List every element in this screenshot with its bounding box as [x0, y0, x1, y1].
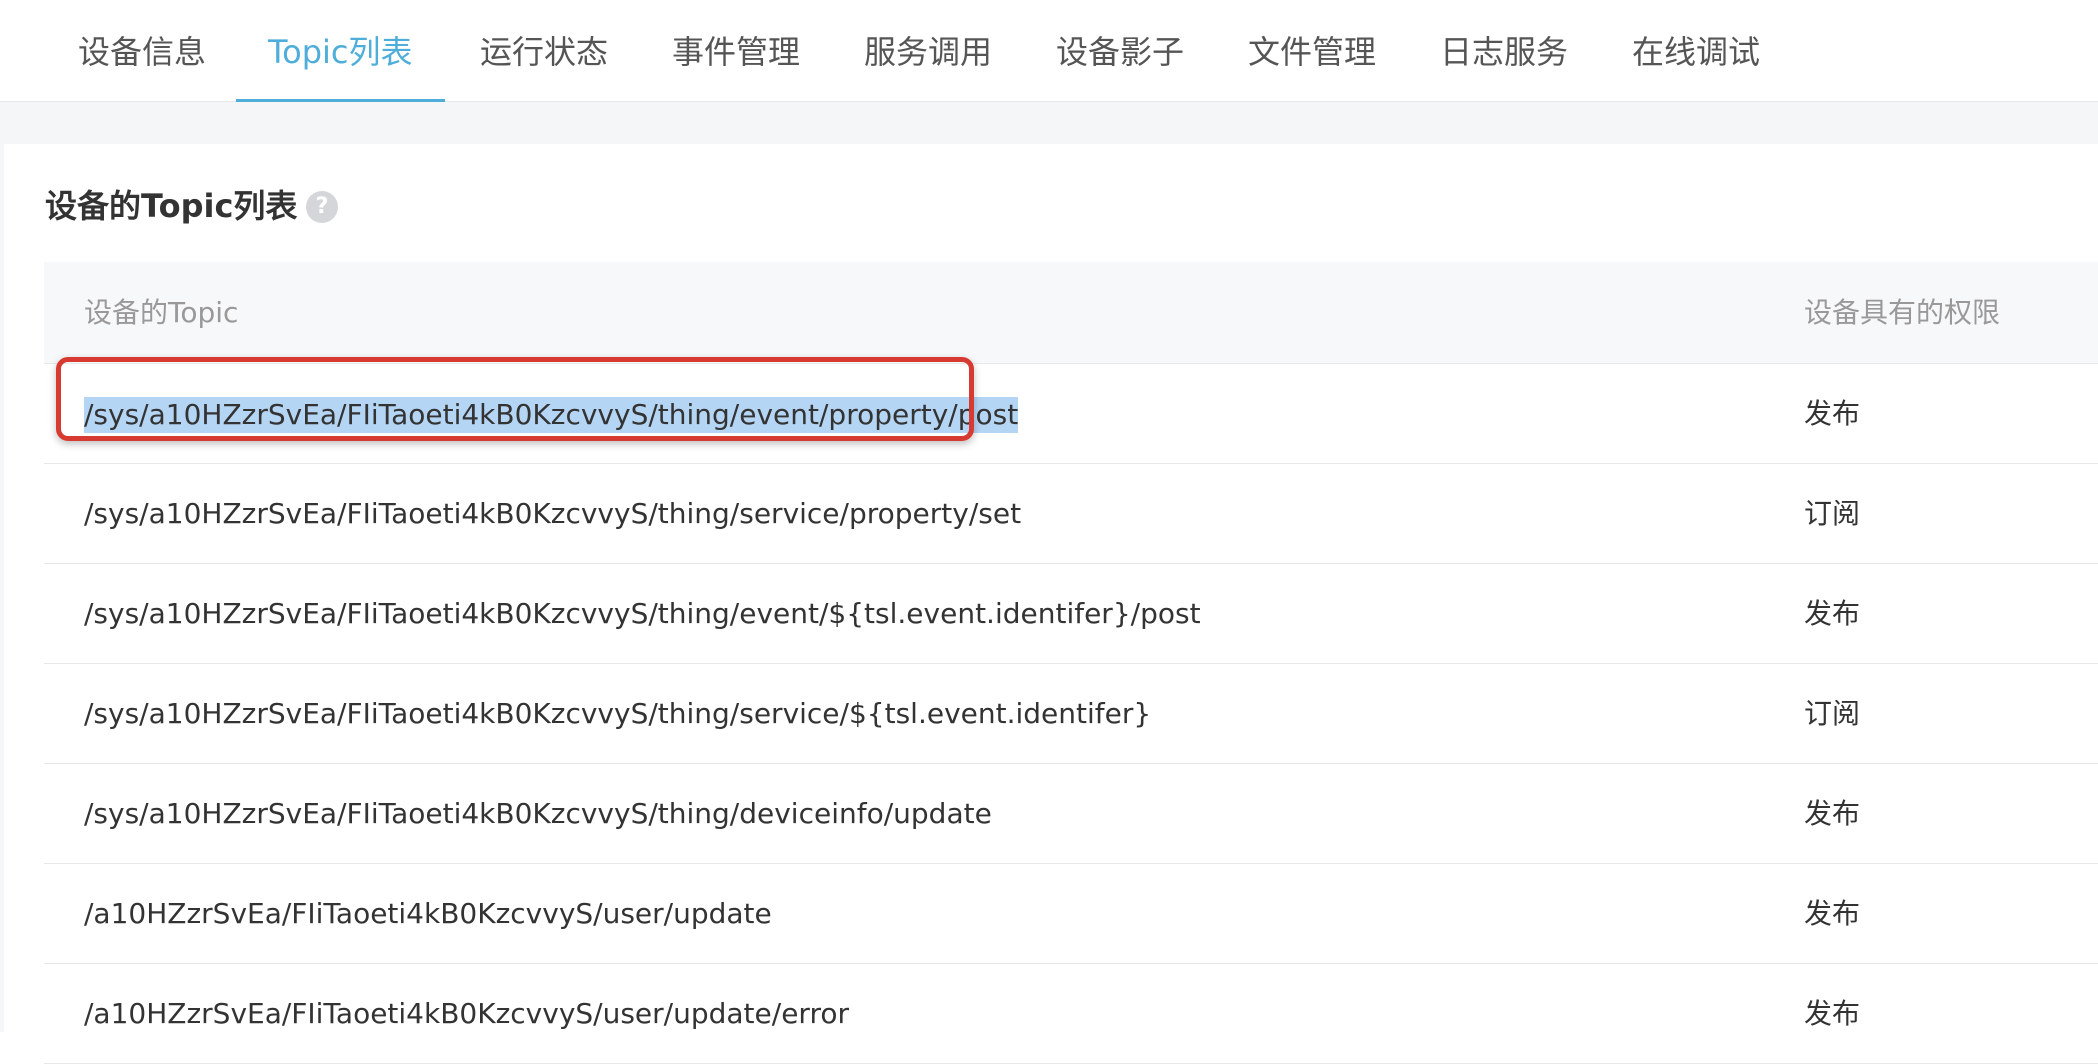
permission-cell: 发布: [1804, 997, 1861, 1030]
tab-run-status[interactable]: 运行状态: [480, 0, 608, 102]
column-header-permission: 设备具有的权限: [1804, 296, 2001, 329]
section-title: 设备的Topic列表: [45, 187, 298, 225]
permission-cell: 订阅: [1804, 497, 1861, 530]
permission-cell: 订阅: [1804, 697, 1861, 730]
tab-bar: 设备信息 Topic列表 运行状态 事件管理 服务调用 设备影子 文件管理 日志…: [0, 0, 2098, 103]
topic-cell[interactable]: /sys/a10HZzrSvEa/FIiTaoeti4kB0KzcvvyS/th…: [84, 364, 1019, 464]
tab-label: 文件管理: [1248, 33, 1377, 71]
table-row: /sys/a10HZzrSvEa/FIiTaoeti4kB0KzcvvyS/th…: [44, 364, 2098, 464]
topic-cell[interactable]: /sys/a10HZzrSvEa/FIiTaoeti4kB0KzcvvyS/th…: [84, 564, 1201, 664]
tab-label: 事件管理: [672, 33, 801, 71]
table-row: /sys/a10HZzrSvEa/FIiTaoeti4kB0KzcvvyS/th…: [44, 564, 2098, 664]
tab-device-info[interactable]: 设备信息: [78, 0, 206, 102]
tab-label: 设备影子: [1056, 33, 1185, 71]
topic-cell[interactable]: /a10HZzrSvEa/FIiTaoeti4kB0KzcvvyS/user/u…: [84, 964, 849, 1064]
content-left-edge: [0, 102, 4, 1032]
topic-cell[interactable]: /sys/a10HZzrSvEa/FIiTaoeti4kB0KzcvvyS/th…: [84, 764, 992, 864]
tab-service-call[interactable]: 服务调用: [864, 0, 992, 102]
tab-online-debug[interactable]: 在线调试: [1632, 0, 1760, 102]
table-row: /a10HZzrSvEa/FIiTaoeti4kB0KzcvvyS/user/u…: [44, 964, 2098, 1064]
permission-cell: 发布: [1804, 897, 1861, 930]
question-circle-icon[interactable]: ?: [306, 191, 338, 223]
table-row: /sys/a10HZzrSvEa/FIiTaoeti4kB0KzcvvyS/th…: [44, 664, 2098, 764]
content-top-band: [0, 102, 2098, 144]
tab-label: 在线调试: [1632, 33, 1761, 71]
table-row: /sys/a10HZzrSvEa/FIiTaoeti4kB0KzcvvyS/th…: [44, 464, 2098, 564]
topic-table: 设备的Topic 设备具有的权限 /sys/a10HZzrSvEa/FIiTao…: [44, 262, 2098, 1064]
topic-cell[interactable]: /sys/a10HZzrSvEa/FIiTaoeti4kB0KzcvvyS/th…: [84, 464, 1021, 564]
tab-label: Topic列表: [268, 33, 413, 71]
tab-file-management[interactable]: 文件管理: [1248, 0, 1376, 102]
table-row: /a10HZzrSvEa/FIiTaoeti4kB0KzcvvyS/user/u…: [44, 864, 2098, 964]
tab-topic-list[interactable]: Topic列表: [236, 0, 445, 103]
table-row: /sys/a10HZzrSvEa/FIiTaoeti4kB0KzcvvyS/th…: [44, 764, 2098, 864]
permission-cell: 发布: [1804, 597, 1861, 630]
tab-device-shadow[interactable]: 设备影子: [1056, 0, 1184, 102]
tab-label: 设备信息: [78, 33, 207, 71]
tab-label: 运行状态: [480, 33, 609, 71]
tab-label: 日志服务: [1440, 33, 1569, 71]
tab-label: 服务调用: [864, 33, 993, 71]
table-header: 设备的Topic 设备具有的权限: [44, 262, 2098, 364]
permission-cell: 发布: [1804, 797, 1861, 830]
column-header-topic: 设备的Topic: [84, 296, 239, 329]
tab-log-service[interactable]: 日志服务: [1440, 0, 1568, 102]
topic-cell[interactable]: /a10HZzrSvEa/FIiTaoeti4kB0KzcvvyS/user/u…: [84, 864, 772, 964]
selected-topic-text[interactable]: /sys/a10HZzrSvEa/FIiTaoeti4kB0KzcvvyS/th…: [84, 397, 1019, 433]
permission-cell: 发布: [1804, 397, 1861, 430]
tab-event-management[interactable]: 事件管理: [672, 0, 800, 102]
topic-cell[interactable]: /sys/a10HZzrSvEa/FIiTaoeti4kB0KzcvvyS/th…: [84, 664, 1151, 764]
